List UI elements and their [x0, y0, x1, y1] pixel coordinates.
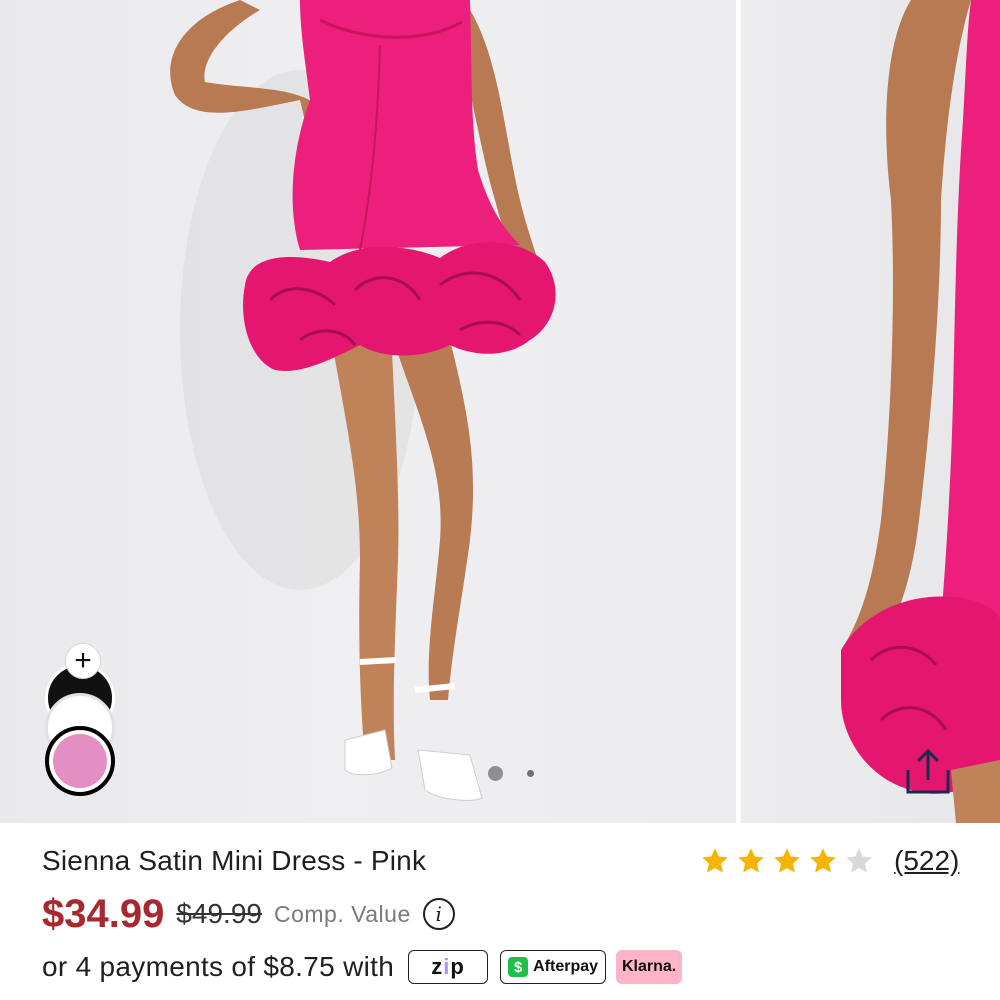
- color-swatch-picker: +: [40, 638, 130, 802]
- model-side-illustration: [841, 0, 1000, 823]
- share-icon: [906, 748, 950, 794]
- product-photo-side[interactable]: [741, 0, 1000, 823]
- zip-logo-i: i: [443, 954, 451, 979]
- star-empty-icon: [846, 848, 872, 873]
- star-filled-icon: [738, 848, 764, 873]
- pager-dot-active[interactable]: [488, 766, 503, 781]
- afterpay-label: Afterpay: [533, 958, 599, 975]
- carousel-pager: [478, 762, 548, 786]
- share-button[interactable]: [900, 748, 956, 800]
- review-count-link[interactable]: (522): [894, 845, 959, 877]
- sale-price: $34.99: [42, 891, 165, 936]
- price-row: $34.99 $49.99 Comp. Value i: [42, 889, 455, 939]
- installments-text: or 4 payments of $8.75 with: [42, 951, 395, 982]
- product-image-carousel[interactable]: +: [0, 0, 1000, 823]
- pager-dot[interactable]: [527, 770, 534, 777]
- star-filled-icon: [774, 848, 800, 873]
- afterpay-badge[interactable]: $ Afterpay: [500, 950, 607, 984]
- klarna-badge[interactable]: Klarna.: [616, 950, 683, 984]
- swatch-pink-selected[interactable]: [45, 726, 115, 796]
- installments-row: or 4 payments of $8.75 with zip $ Afterp…: [42, 945, 683, 989]
- zip-logo-z: z: [431, 954, 444, 979]
- plus-icon[interactable]: +: [65, 643, 101, 679]
- afterpay-dollar-icon: $: [508, 957, 529, 977]
- product-info: Sienna Satin Mini Dress - Pink (522) $34…: [0, 823, 1000, 1000]
- original-price: $49.99: [176, 898, 262, 929]
- zip-badge[interactable]: zip: [408, 950, 489, 984]
- zip-logo-p: p: [450, 954, 465, 979]
- star-filled-icon: [702, 848, 728, 873]
- info-icon[interactable]: i: [422, 898, 455, 930]
- product-rating[interactable]: (522): [700, 841, 959, 881]
- star-filled-icon: [810, 848, 836, 873]
- product-title: Sienna Satin Mini Dress - Pink: [42, 845, 427, 876]
- comp-value-label: Comp. Value: [273, 900, 411, 927]
